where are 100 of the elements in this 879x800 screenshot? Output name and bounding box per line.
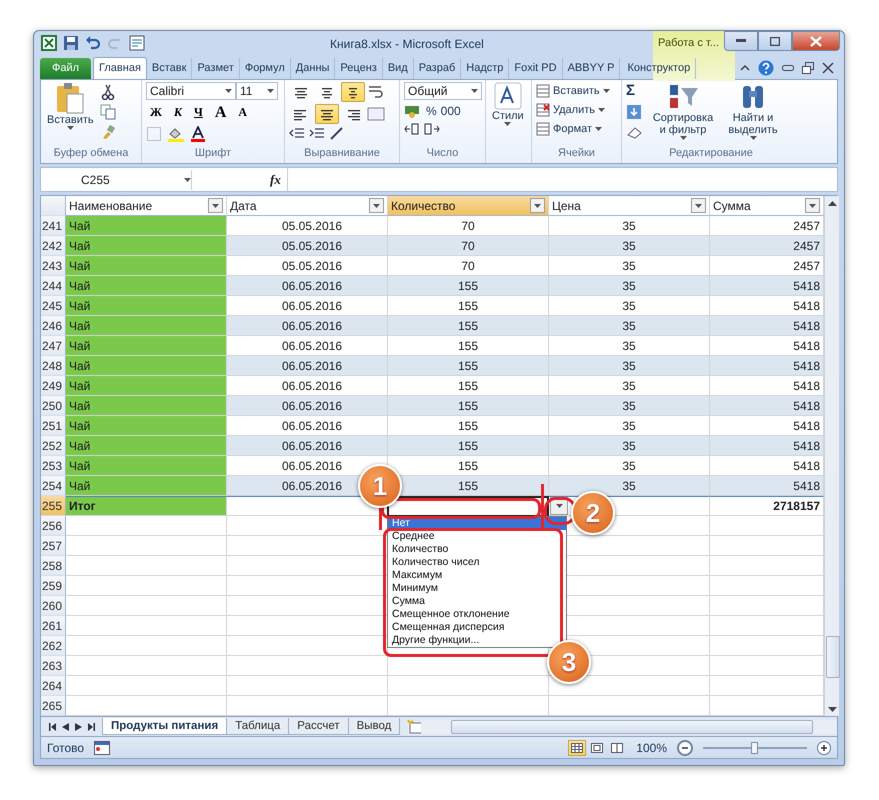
column-header[interactable]: Дата xyxy=(227,196,388,216)
horizontal-align-button[interactable] xyxy=(315,104,339,124)
row-header[interactable]: 251 xyxy=(41,416,66,436)
maximize-button[interactable] xyxy=(758,31,792,51)
row-header[interactable]: 253 xyxy=(41,456,66,476)
row-header[interactable]: 259 xyxy=(41,576,66,596)
italic-button[interactable]: К xyxy=(170,102,186,123)
decrease-decimal-icon[interactable] xyxy=(424,122,440,136)
row-header[interactable]: 257 xyxy=(41,536,66,556)
help-icon[interactable] xyxy=(758,60,774,76)
minimize-workbook-icon[interactable] xyxy=(782,64,794,71)
record-macro-icon[interactable] xyxy=(94,740,110,755)
sheet-tab[interactable]: Продукты питания xyxy=(102,718,228,736)
underline-button[interactable]: Ч xyxy=(190,102,207,123)
form-icon[interactable] xyxy=(128,34,146,52)
row-header[interactable]: 242 xyxy=(41,236,66,256)
cells-button[interactable]: Удалить xyxy=(536,102,617,117)
dropdown-option[interactable]: Среднее xyxy=(388,530,439,544)
collapse-ribbon-icon[interactable] xyxy=(740,64,750,72)
sort-filter-button[interactable]: Сортировка и фильтр xyxy=(648,82,718,148)
normal-view-button[interactable] xyxy=(568,740,586,756)
merge-cells-icon[interactable] xyxy=(367,106,385,122)
filter-button[interactable] xyxy=(369,198,384,214)
dropdown-option[interactable]: Смещенная дисперсия xyxy=(388,621,508,634)
row-header[interactable]: 248 xyxy=(41,356,66,376)
column-header[interactable]: Количество xyxy=(388,196,549,216)
cells-button[interactable]: Формат xyxy=(536,122,617,136)
filter-button[interactable] xyxy=(805,198,820,214)
scroll-down-icon[interactable] xyxy=(828,706,836,712)
minimize-button[interactable] xyxy=(724,31,758,51)
ribbon-tab[interactable]: Главная xyxy=(93,56,147,79)
row-header[interactable]: 265 xyxy=(41,696,66,716)
font-color-icon[interactable] xyxy=(190,126,206,142)
row-header[interactable]: 249 xyxy=(41,376,66,396)
row-header[interactable]: 263 xyxy=(41,656,66,676)
dropdown-option[interactable]: Количество чисел xyxy=(388,556,484,570)
number-format-field[interactable]: Общий xyxy=(404,82,482,100)
filter-button[interactable] xyxy=(530,198,545,214)
row-header[interactable]: 245 xyxy=(41,296,66,316)
previous-sheet-icon[interactable] xyxy=(62,722,69,731)
zoom-out-icon[interactable] xyxy=(677,740,693,756)
font-size-field[interactable]: 11 xyxy=(236,82,278,100)
filter-button[interactable] xyxy=(691,198,706,214)
find-select-button[interactable]: Найти и выделить xyxy=(722,82,784,148)
next-sheet-icon[interactable] xyxy=(75,722,82,731)
zoom-level[interactable]: 100% xyxy=(636,740,667,755)
zoom-in-icon[interactable] xyxy=(817,740,831,755)
ribbon-tab[interactable]: Файл xyxy=(40,58,92,79)
sheet-tab[interactable]: Рассчет xyxy=(288,718,349,736)
row-header[interactable]: 258 xyxy=(41,556,66,576)
row-header[interactable]: 260 xyxy=(41,596,66,616)
row-header[interactable]: 246 xyxy=(41,316,66,336)
shrink-font-button[interactable]: A xyxy=(234,102,252,123)
styles-button[interactable]: Стили xyxy=(490,82,526,148)
row-header[interactable]: 254 xyxy=(41,476,66,496)
save-icon[interactable] xyxy=(62,34,80,52)
row-header[interactable]: 255 xyxy=(41,496,66,516)
row-header[interactable]: 262 xyxy=(41,636,66,656)
column-header[interactable]: Цена xyxy=(549,196,710,216)
row-header[interactable]: 252 xyxy=(41,436,66,456)
scissors-icon[interactable] xyxy=(100,84,116,100)
dropdown-option[interactable]: Смещенное отклонение xyxy=(388,608,514,622)
close-workbook-icon[interactable] xyxy=(822,62,834,74)
increase-indent-icon[interactable] xyxy=(309,126,325,140)
copy-icon[interactable] xyxy=(100,104,116,120)
scroll-up-icon[interactable] xyxy=(828,200,836,206)
close-button[interactable] xyxy=(792,31,840,51)
restore-workbook-icon[interactable] xyxy=(802,62,814,74)
thousands-button[interactable]: 000 xyxy=(440,104,461,118)
font-name-field[interactable]: Calibri xyxy=(146,82,236,100)
grow-font-button[interactable]: A xyxy=(210,102,230,123)
row-header[interactable]: 264 xyxy=(41,676,66,696)
fill-down-icon[interactable] xyxy=(626,104,642,120)
row-header[interactable]: 261 xyxy=(41,616,66,636)
row-header[interactable]: 243 xyxy=(41,256,66,276)
percent-button[interactable]: % xyxy=(426,104,437,118)
dropdown-option[interactable]: Сумма xyxy=(388,595,429,608)
dropdown-option[interactable]: Минимум xyxy=(388,582,442,596)
decrease-indent-icon[interactable] xyxy=(289,126,305,140)
row-header[interactable]: 256 xyxy=(41,516,66,536)
sheet-tab[interactable]: Таблица xyxy=(226,718,290,736)
fill-color-icon[interactable] xyxy=(166,126,186,142)
vertical-scrollbar[interactable] xyxy=(824,196,839,716)
dropdown-option[interactable]: Другие функции... xyxy=(388,634,484,648)
row-header[interactable]: 247 xyxy=(41,336,66,356)
filter-button[interactable] xyxy=(208,198,223,214)
bold-button[interactable]: Ж xyxy=(146,102,166,123)
zoom-slider-thumb[interactable] xyxy=(751,742,758,754)
last-sheet-icon[interactable] xyxy=(88,722,95,731)
name-box[interactable]: C255 xyxy=(41,170,192,190)
sheet-tab[interactable]: Вывод xyxy=(348,718,400,736)
paste-button[interactable]: Вставить xyxy=(45,82,96,148)
eraser-icon[interactable] xyxy=(626,124,644,139)
row-header[interactable]: 241 xyxy=(41,216,66,236)
dropdown-option[interactable]: Количество xyxy=(388,543,452,556)
cells-button[interactable]: Вставить xyxy=(536,84,617,98)
first-sheet-icon[interactable] xyxy=(49,722,56,731)
row-header[interactable]: 250 xyxy=(41,396,66,416)
row-header[interactable]: 244 xyxy=(41,276,66,296)
vertical-align-button[interactable] xyxy=(341,82,365,102)
